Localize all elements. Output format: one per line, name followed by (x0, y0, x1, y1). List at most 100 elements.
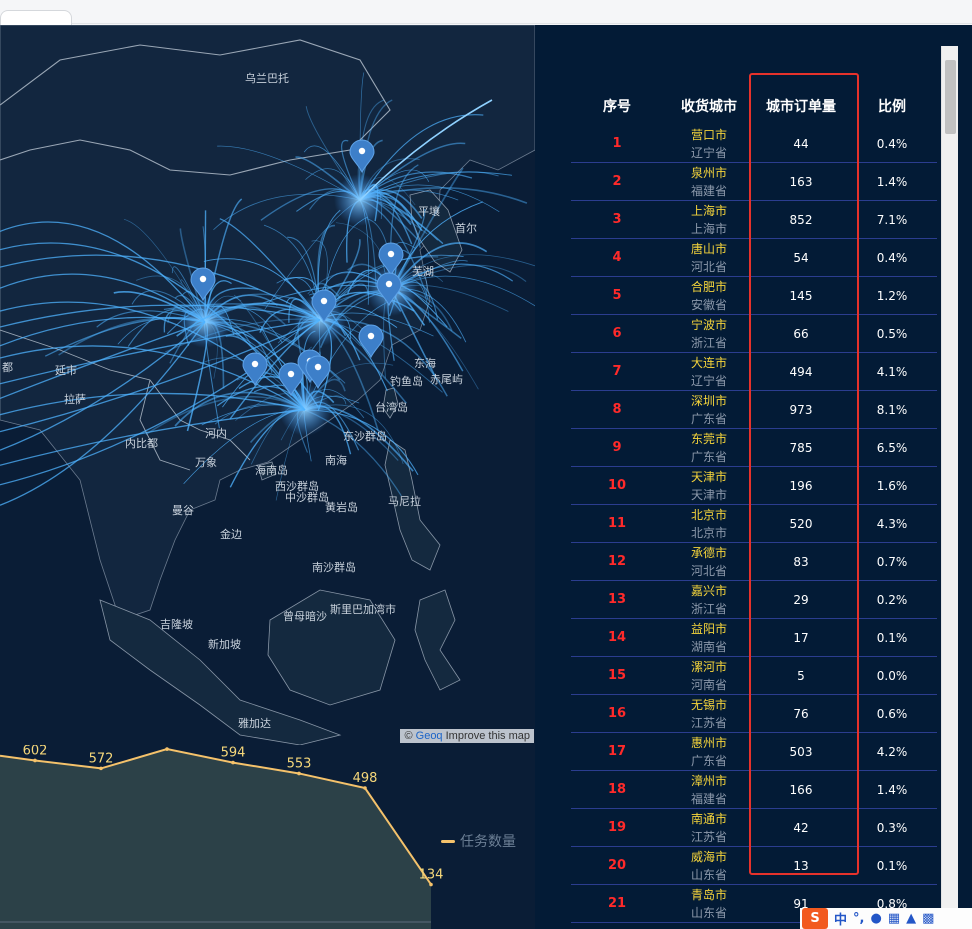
row-city-cell: 嘉兴市 浙江省 (663, 582, 755, 618)
order-ranking-panel: 序号 收货城市 城市订单量 比例 1 营口市 辽宁省 44 0.4% 2 泉州市 福建省 163… (535, 25, 972, 929)
row-city-cell: 宁波市 浙江省 (663, 316, 755, 352)
vertical-scrollbar[interactable] (941, 46, 958, 929)
table-row[interactable]: 14 益阳市 湖南省 17 0.1% (571, 619, 937, 657)
table-row[interactable]: 2 泉州市 福建省 163 1.4% (571, 163, 937, 201)
row-city: 漳州市 (690, 773, 727, 788)
row-orders: 44 (793, 136, 809, 151)
table-row[interactable]: 9 东莞市 广东省 785 6.5% (571, 429, 937, 467)
row-ratio: 0.1% (876, 630, 908, 645)
row-city: 东莞市 (690, 431, 727, 446)
data-point[interactable] (33, 758, 37, 763)
row-ratio: 4.2% (876, 744, 908, 759)
row-province: 河南省 (690, 677, 727, 692)
row-ratio: 0.4% (876, 136, 908, 151)
row-ratio: 1.4% (876, 174, 908, 189)
row-city: 惠州市 (690, 735, 727, 750)
table-row[interactable]: 11 北京市 北京市 520 4.3% (571, 505, 937, 543)
row-city: 青岛市 (690, 887, 727, 902)
row-index: 17 (607, 744, 627, 759)
row-orders: 785 (789, 440, 813, 455)
data-label: 498 (353, 771, 378, 786)
row-province: 上海市 (690, 221, 727, 236)
scrollbar-thumb[interactable] (945, 60, 956, 134)
table-row[interactable]: 17 惠州市 广东省 503 4.2% (571, 733, 937, 771)
table-row[interactable]: 5 合肥市 安徽省 145 1.2% (571, 277, 937, 315)
chart-legend[interactable]: 任务数量 (441, 832, 516, 850)
map-label: 黄岩岛 (325, 500, 358, 514)
ime-lang-toggle[interactable]: 中 (834, 909, 847, 928)
row-index: 9 (612, 440, 622, 455)
row-ratio: 6.5% (876, 440, 908, 455)
table-row[interactable]: 4 唐山市 河北省 54 0.4% (571, 239, 937, 277)
table-row[interactable]: 20 威海市 山东省 13 0.1% (571, 847, 937, 885)
data-point[interactable] (99, 766, 103, 771)
data-point[interactable] (429, 882, 433, 887)
ime-toolbar[interactable]: S 中 °, ● ▦ ▲ ▩ (800, 908, 972, 929)
table-row[interactable]: 13 嘉兴市 浙江省 29 0.2% (571, 581, 937, 619)
row-province: 广东省 (690, 411, 727, 426)
row-index: 1 (612, 136, 622, 151)
row-ratio: 0.7% (876, 554, 908, 569)
microphone-icon[interactable]: ● (870, 911, 881, 926)
map-canvas[interactable]: 乌兰巴托平壤首尔芜湖东海钓鱼岛 赤尾屿台湾岛东沙群岛南海海南岛西沙群岛中沙群岛黄岩… (0, 25, 535, 745)
table-row[interactable]: 12 承德市 河北省 83 0.7% (571, 543, 937, 581)
map-label: 中沙群岛 (285, 490, 329, 504)
shirt-icon[interactable]: ▲ (906, 911, 916, 926)
header-ratio: 比例 (878, 99, 906, 115)
row-city: 漯河市 (690, 659, 727, 674)
row-index: 4 (612, 250, 622, 265)
row-orders: 42 (793, 820, 809, 835)
ime-punct-toggle[interactable]: °, (853, 911, 864, 926)
table-row[interactable]: 7 大连市 辽宁省 494 4.1% (571, 353, 937, 391)
table-row[interactable]: 3 上海市 上海市 852 7.1% (571, 201, 937, 239)
table-row[interactable]: 10 天津市 天津市 196 1.6% (571, 467, 937, 505)
map-pin-dot (385, 280, 393, 288)
table-row[interactable]: 8 深圳市 广东省 973 8.1% (571, 391, 937, 429)
row-city-cell: 合肥市 安徽省 (663, 278, 755, 314)
data-point[interactable] (297, 771, 301, 776)
browser-tab[interactable] (0, 10, 72, 25)
row-index: 6 (612, 326, 622, 341)
map-pin-dot (314, 363, 322, 371)
grid-icon[interactable]: ▩ (922, 911, 934, 926)
data-point[interactable] (363, 786, 367, 790)
row-city-cell: 大连市 辽宁省 (663, 354, 755, 390)
row-orders: 13 (793, 858, 809, 873)
table-row[interactable]: 18 漳州市 福建省 166 1.4% (571, 771, 937, 809)
row-city-cell: 威海市 山东省 (663, 848, 755, 884)
row-index: 19 (607, 820, 627, 835)
improve-map-link[interactable]: Improve this map (446, 730, 530, 742)
row-index: 18 (607, 782, 627, 797)
row-ratio: 4.3% (876, 516, 908, 531)
row-ratio: 0.6% (876, 706, 908, 721)
table-row[interactable]: 15 漯河市 河南省 5 0.0% (571, 657, 937, 695)
flow-map[interactable]: 乌兰巴托 平壤 首尔 芜湖 东海 钓鱼岛 赤尾屿 台湾岛 东沙群岛 南海 海南岛 西沙群岛 中沙群岛 黄岩… (0, 25, 535, 745)
row-city: 无锡市 (690, 697, 727, 712)
row-province: 北京市 (690, 525, 727, 540)
row-orders: 520 (789, 516, 813, 531)
row-index: 15 (607, 668, 627, 683)
row-city-cell: 东莞市 广东省 (663, 430, 755, 466)
table-row[interactable]: 1 营口市 辽宁省 44 0.4% (571, 125, 937, 163)
sogou-logo-icon[interactable]: S (802, 908, 828, 929)
row-index: 20 (607, 858, 627, 873)
data-point[interactable] (231, 760, 235, 765)
row-orders: 66 (793, 326, 809, 341)
table-row[interactable]: 19 南通市 江苏省 42 0.3% (571, 809, 937, 847)
keyboard-icon[interactable]: ▦ (888, 911, 900, 926)
map-label: 金边 (220, 527, 242, 541)
data-point[interactable] (165, 747, 169, 751)
map-label: 钓鱼岛 (390, 374, 423, 388)
row-orders: 76 (793, 706, 809, 721)
row-index: 8 (612, 402, 622, 417)
table-row[interactable]: 16 无锡市 江苏省 76 0.6% (571, 695, 937, 733)
geoq-link[interactable]: Geoq (416, 730, 443, 742)
row-ratio: 8.1% (876, 402, 908, 417)
row-province: 安徽省 (690, 297, 727, 312)
row-city-cell: 泉州市 福建省 (663, 164, 755, 200)
row-city: 宁波市 (690, 317, 727, 332)
table-row[interactable]: 6 宁波市 浙江省 66 0.5% (571, 315, 937, 353)
row-city-cell: 上海市 上海市 (663, 202, 755, 238)
row-province: 广东省 (690, 753, 727, 768)
row-city: 合肥市 (690, 279, 727, 294)
